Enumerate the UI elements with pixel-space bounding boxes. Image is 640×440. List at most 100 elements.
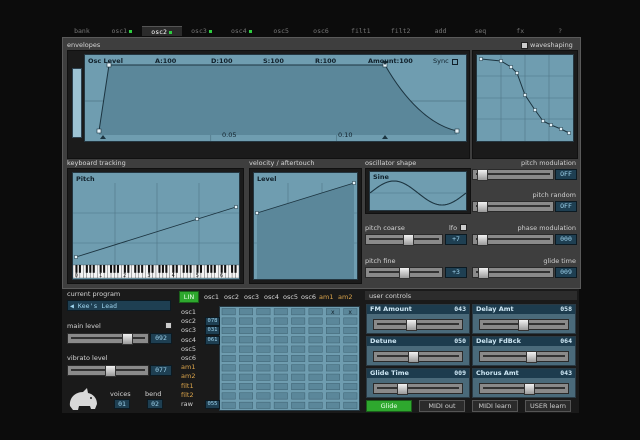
matrix-cell[interactable]	[239, 308, 253, 316]
user-control-slider[interactable]	[479, 383, 569, 395]
matrix-cell[interactable]	[308, 317, 323, 325]
voices-value[interactable]: 01	[114, 399, 130, 409]
velocity-display[interactable]: Level	[253, 172, 358, 280]
matrix-cell[interactable]	[326, 345, 340, 353]
matrix-cell[interactable]	[343, 336, 358, 344]
keyboard-tracking-target[interactable]: Pitch	[76, 175, 95, 183]
matrix-column-osc4[interactable]: osc4	[264, 293, 279, 301]
matrix-cell[interactable]	[326, 373, 340, 381]
matrix-cell[interactable]	[291, 401, 306, 409]
matrix-cell[interactable]	[273, 317, 288, 325]
matrix-cell[interactable]	[273, 345, 288, 353]
matrix-cell[interactable]	[239, 317, 253, 325]
matrix-cell[interactable]	[273, 383, 288, 391]
matrix-cell[interactable]	[343, 317, 358, 325]
pitch-fine-slider[interactable]	[365, 267, 443, 279]
tab-add[interactable]: add	[421, 26, 461, 36]
matrix-cell[interactable]	[343, 364, 358, 372]
program-name-display[interactable]: ◀ Kee's Lead	[67, 300, 171, 311]
slider-thumb[interactable]	[477, 169, 489, 181]
matrix-cell[interactable]	[326, 364, 340, 372]
matrix-cell[interactable]	[273, 364, 288, 372]
tab-osc4[interactable]: osc4	[221, 26, 261, 36]
matrix-cell[interactable]	[256, 401, 271, 409]
matrix-cell[interactable]	[273, 326, 288, 334]
matrix-cell[interactable]	[273, 336, 288, 344]
matrix-cell[interactable]	[308, 383, 323, 391]
tab-help[interactable]: ?	[540, 26, 580, 36]
matrix-cell[interactable]	[308, 326, 323, 334]
control-slider[interactable]	[472, 234, 554, 246]
matrix-cell[interactable]	[326, 336, 340, 344]
envelope-display[interactable]: Osc Level A:100 D:100 S:100 R:100 Amount…	[84, 54, 467, 142]
matrix-cell[interactable]	[239, 364, 253, 372]
tab-osc5[interactable]: osc5	[261, 26, 301, 36]
user-control-slider[interactable]	[373, 319, 463, 331]
matrix-cell[interactable]	[308, 336, 323, 344]
matrix-cell[interactable]	[239, 336, 253, 344]
matrix-column-am1[interactable]: am1	[319, 293, 333, 301]
oscillator-shape-label[interactable]: Sine	[373, 173, 389, 181]
matrix-cell[interactable]	[291, 373, 306, 381]
matrix-cell[interactable]	[221, 373, 236, 381]
matrix-cell[interactable]	[273, 401, 288, 409]
vibrato-level-slider[interactable]	[67, 365, 149, 377]
matrix-cell[interactable]	[256, 355, 271, 362]
matrix-column-osc1[interactable]: osc1	[204, 293, 219, 301]
matrix-cell[interactable]	[291, 336, 306, 344]
matrix-cell[interactable]	[326, 355, 340, 362]
matrix-cell[interactable]	[256, 373, 271, 381]
matrix-cell[interactable]	[291, 308, 306, 316]
midi-out-button[interactable]: MIDI out	[419, 400, 465, 412]
matrix-cell[interactable]	[273, 392, 288, 400]
matrix-cell[interactable]	[326, 392, 340, 400]
matrix-column-am2[interactable]: am2	[338, 293, 352, 301]
matrix-cell[interactable]	[221, 317, 236, 325]
matrix-cell[interactable]	[221, 308, 236, 316]
matrix-cell[interactable]	[256, 326, 271, 334]
midi-learn-button[interactable]: MIDI learn	[472, 400, 518, 412]
tab-osc2[interactable]: osc2	[141, 26, 182, 36]
main-level-checkbox[interactable]	[165, 322, 172, 329]
matrix-cell[interactable]	[326, 401, 340, 409]
matrix-column-osc2[interactable]: osc2	[224, 293, 239, 301]
matrix-cell[interactable]	[256, 383, 271, 391]
matrix-cell[interactable]	[239, 401, 253, 409]
matrix-cell[interactable]	[343, 383, 358, 391]
matrix-cell[interactable]	[326, 383, 340, 391]
matrix-cell[interactable]	[273, 373, 288, 381]
main-level-slider[interactable]	[67, 333, 149, 345]
matrix-column-osc3[interactable]: osc3	[244, 293, 259, 301]
matrix-cell[interactable]	[291, 383, 306, 391]
envelope-sync-label[interactable]: Sync	[433, 57, 449, 65]
matrix-cell[interactable]	[308, 373, 323, 381]
matrix-cell[interactable]	[291, 326, 306, 334]
user-control-slider[interactable]	[479, 319, 569, 331]
matrix-cell[interactable]	[256, 336, 271, 344]
slider-thumb[interactable]	[477, 267, 489, 279]
matrix-cell[interactable]	[239, 392, 253, 400]
matrix-cell[interactable]	[343, 401, 358, 409]
matrix-cell[interactable]	[221, 364, 236, 372]
tab-osc3[interactable]: osc3	[182, 26, 222, 36]
matrix-cell[interactable]	[343, 355, 358, 362]
matrix-cell[interactable]	[239, 326, 253, 334]
matrix-cell[interactable]	[308, 392, 323, 400]
matrix-cell[interactable]	[308, 308, 323, 316]
matrix-cell[interactable]	[308, 364, 323, 372]
matrix-cell[interactable]	[326, 317, 340, 325]
matrix-cell[interactable]	[256, 317, 271, 325]
user-control-slider[interactable]	[479, 351, 569, 363]
slider-thumb[interactable]	[518, 319, 529, 331]
slider-thumb[interactable]	[405, 319, 417, 331]
lfo-checkbox[interactable]	[460, 224, 467, 231]
matrix-cell[interactable]	[256, 345, 271, 353]
envelope-sync-checkbox[interactable]	[452, 59, 458, 65]
matrix-cell[interactable]	[239, 345, 253, 353]
matrix-cell[interactable]	[343, 373, 358, 381]
matrix-cell[interactable]	[291, 355, 306, 362]
matrix-cell[interactable]	[256, 308, 271, 316]
matrix-cell[interactable]	[273, 355, 288, 362]
matrix-cell[interactable]	[308, 355, 323, 362]
slider-thumb[interactable]	[408, 351, 420, 363]
